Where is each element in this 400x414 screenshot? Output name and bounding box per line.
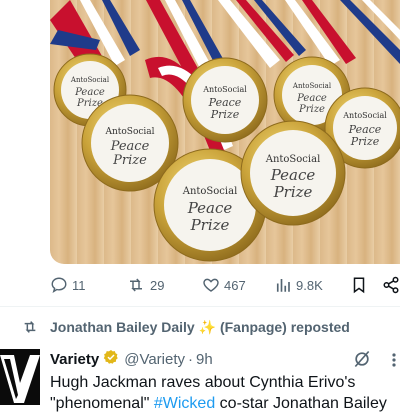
medal-brand: AntoSocial	[265, 154, 321, 165]
repost-context-icon	[21, 319, 39, 338]
tweet-text-rest: co-star Jonathan Bailey	[215, 395, 387, 412]
medal-line2: Prize	[210, 108, 240, 121]
medal-7: AntoSocial Peace Prize	[240, 120, 346, 226]
medal-brand: AntoSocial	[342, 111, 387, 120]
medal-line2: Prize	[190, 216, 230, 234]
medal-line2: Prize	[298, 104, 325, 115]
verified-icon	[103, 349, 119, 369]
medal-line1: Peace	[74, 87, 105, 98]
tweet-media-image[interactable]: AntoSocial Peace Prize AntoSocial Peace …	[50, 0, 400, 264]
separator-dot: ·	[188, 350, 194, 368]
tweet-header: Variety @Variety · 9h	[50, 350, 213, 368]
tweet-divider	[0, 306, 400, 307]
share-icon	[383, 276, 399, 294]
medal-line1: Peace	[270, 166, 316, 184]
medal-line1: Peace	[296, 93, 327, 104]
views-count: 9.8K	[296, 277, 323, 293]
reposter-name-link[interactable]: Jonathan Bailey Daily	[50, 319, 195, 335]
views-button[interactable]: 9.8K	[274, 272, 323, 298]
like-button[interactable]: 467	[202, 272, 246, 298]
author-name[interactable]: Variety	[50, 351, 99, 368]
repost-icon	[130, 278, 142, 292]
tweet-action-bar: 11 29 467 9.8K	[50, 272, 400, 298]
avatar[interactable]	[0, 349, 40, 405]
medal-line1: Peace	[187, 199, 233, 217]
author-handle[interactable]: @Variety	[124, 351, 185, 368]
medal-line2: Prize	[350, 135, 380, 148]
medal-2: AntoSocial Peace Prize	[182, 57, 268, 143]
tweet-text-line-1: Hugh Jackman raves about Cynthia Erivo's	[50, 374, 356, 391]
like-count: 467	[224, 277, 246, 293]
medal-line2: Prize	[112, 153, 147, 168]
grok-icon[interactable]	[352, 349, 372, 374]
tweet-text-quote: "phenomenal"	[50, 395, 154, 412]
medal-brand: AntoSocial	[202, 85, 247, 94]
sparkle-emoji: ✨	[198, 319, 217, 335]
repost-context: Jonathan Bailey Daily ✨ (Fanpage) repost…	[0, 317, 400, 337]
views-icon	[276, 279, 290, 292]
like-icon	[203, 278, 219, 292]
more-icon[interactable]	[388, 352, 400, 373]
bookmark-button[interactable]	[350, 272, 368, 298]
medals-photo: AntoSocial Peace Prize AntoSocial Peace …	[50, 0, 400, 262]
medal-brand: AntoSocial	[182, 186, 238, 197]
bookmark-icon	[353, 277, 365, 294]
tweet-text-line-2: "phenomenal" #Wicked co-star Jonathan Ba…	[50, 393, 400, 414]
medal-line2: Prize	[273, 183, 313, 201]
medal-brand: AntoSocial	[292, 82, 332, 90]
share-button[interactable]	[382, 272, 400, 298]
medal-brand: AntoSocial	[104, 127, 154, 137]
hashtag-link[interactable]: #Wicked	[154, 395, 215, 412]
medal-line1: Peace	[110, 139, 150, 154]
medal-brand: AntoSocial	[70, 76, 110, 84]
repost-button[interactable]: 29	[126, 272, 164, 298]
reply-button[interactable]: 11	[50, 272, 86, 298]
tweet-text: Hugh Jackman raves about Cynthia Erivo's…	[50, 372, 400, 414]
variety-logo	[0, 355, 40, 403]
tweet-timestamp[interactable]: 9h	[196, 351, 213, 368]
reposted-label: (Fanpage) reposted	[219, 319, 350, 335]
repost-count: 29	[150, 277, 165, 293]
reply-icon	[51, 277, 67, 293]
reply-count: 11	[72, 277, 86, 293]
